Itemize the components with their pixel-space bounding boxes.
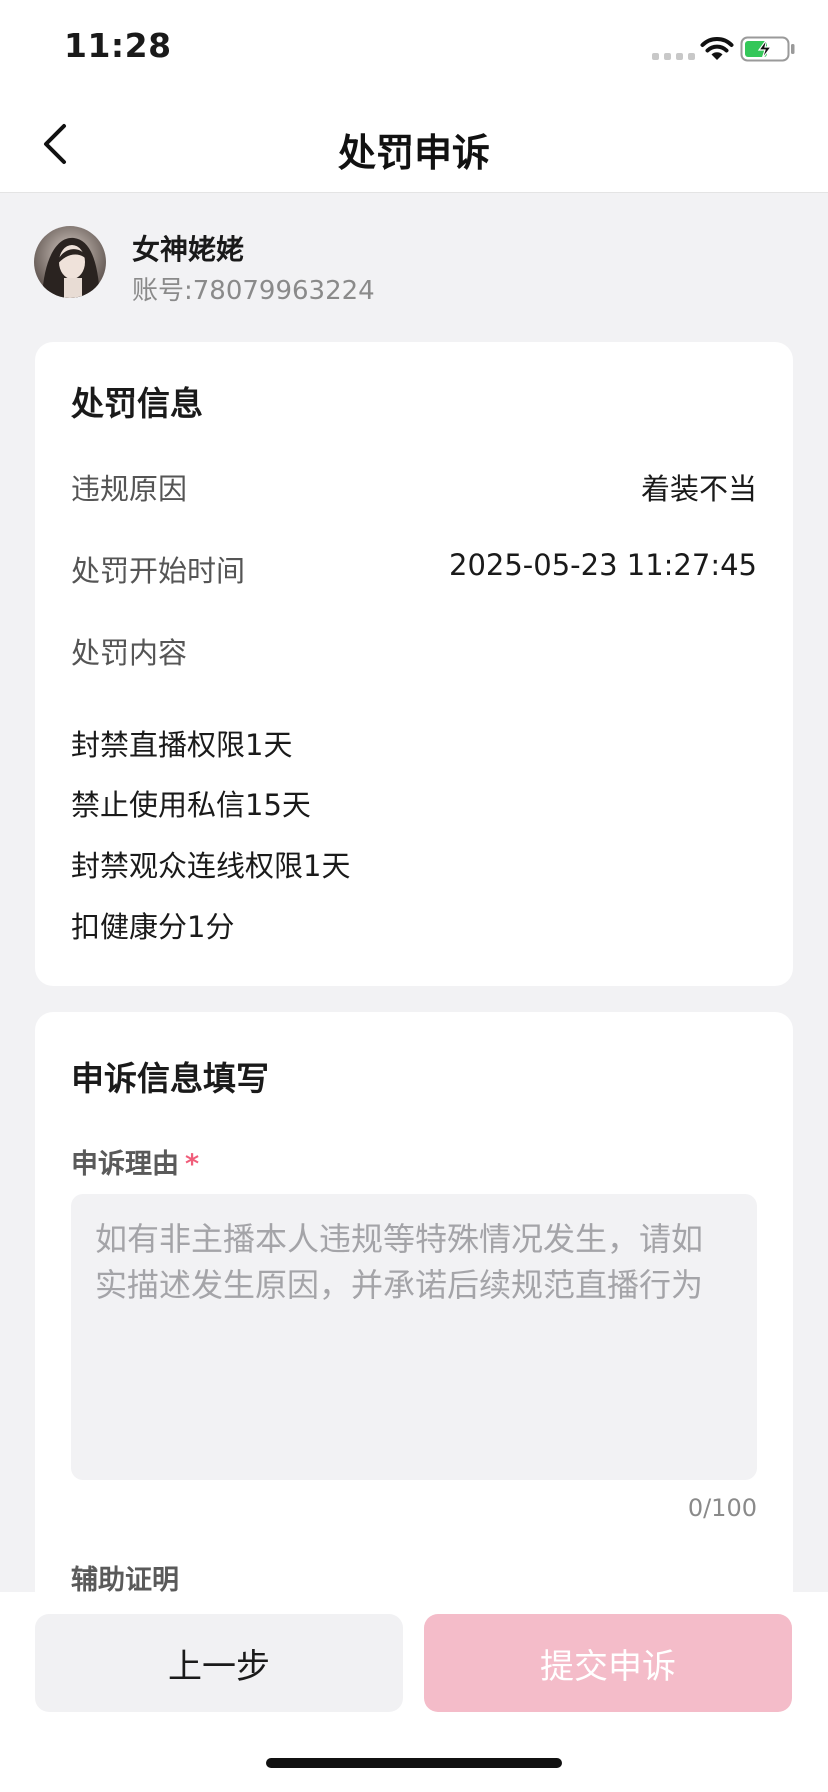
appeal-reason-label: 申诉理由 * [71,1142,199,1181]
wifi-icon [700,37,734,60]
punish-start-time-label: 处罚开始时间 [71,554,246,588]
punish-item: 封禁观众连线权限1天 [71,849,351,883]
appeal-reason-label-text: 申诉理由 [71,1149,179,1180]
signal-icon [652,53,695,60]
punish-item: 封禁直播权限1天 [71,728,293,762]
submit-appeal-button[interactable]: 提交申诉 [424,1614,792,1712]
punishment-info-title: 处罚信息 [71,384,203,423]
avatar [34,226,106,298]
profile-account-id: 账号:78079963224 [132,276,375,306]
appeal-reason-textarea[interactable] [71,1194,757,1480]
home-indicator[interactable] [266,1758,562,1768]
punish-start-time-value: 2025-05-23 11:27:45 [449,548,757,582]
required-marker: * [185,1149,200,1180]
battery-charging-icon [740,36,795,62]
bottom-action-bar: 上一步 提交申诉 [0,1592,828,1792]
status-time: 11:28 [64,26,172,65]
violation-reason-value: 着装不当 [640,472,757,506]
status-bar: 11:28 [0,0,828,96]
punishment-info-card: 处罚信息 违规原因 着装不当 处罚开始时间 2025-05-23 11:27:4… [35,342,793,986]
punish-item: 禁止使用私信15天 [71,788,311,822]
violation-reason-label: 违规原因 [71,472,188,506]
nav-bar: 处罚申诉 [0,96,828,193]
profile-name: 女神姥姥 [132,233,245,266]
appeal-form-title: 申诉信息填写 [71,1059,269,1098]
previous-step-button[interactable]: 上一步 [35,1614,403,1712]
user-profile: 女神姥姥 账号:78079963224 [34,226,794,306]
page-title: 处罚申诉 [337,131,490,175]
punish-content-label: 处罚内容 [71,636,188,670]
char-counter: 0/100 [687,1494,757,1522]
punish-item: 扣健康分1分 [71,910,235,944]
